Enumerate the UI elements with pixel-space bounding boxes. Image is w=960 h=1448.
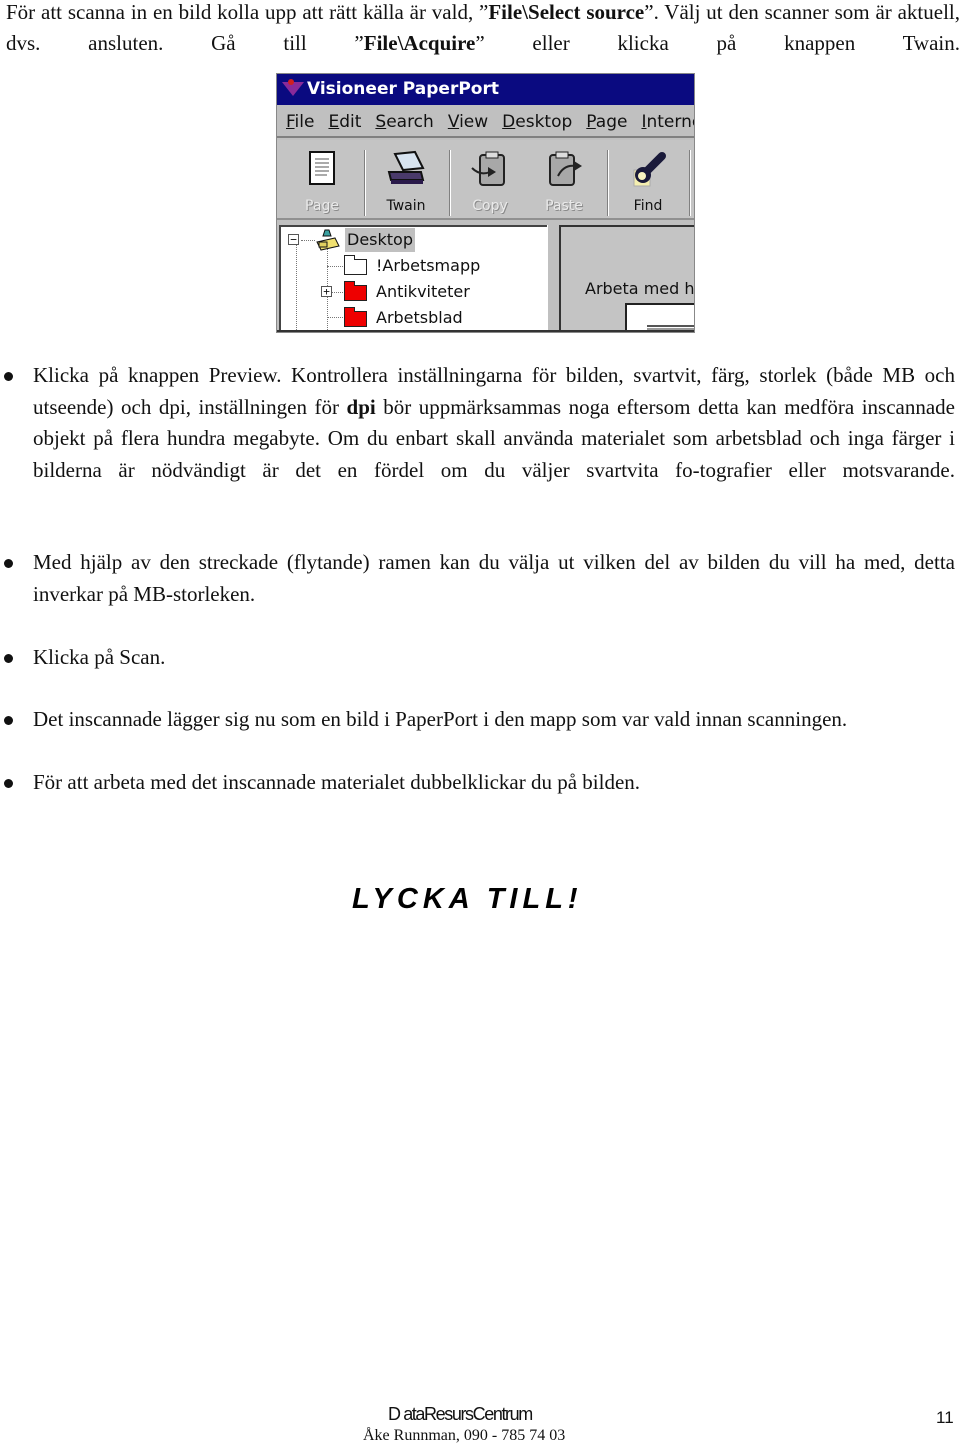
closing-heading: LYCKA TILL!	[352, 883, 583, 915]
copy-button[interactable]: Copy	[455, 146, 525, 216]
thumbnail-text-lines	[647, 325, 694, 327]
paste-button[interactable]: Paste	[529, 146, 599, 216]
tree-item-desktop[interactable]: − Desktop	[281, 228, 541, 252]
collapse-icon[interactable]: −	[288, 234, 299, 245]
tree-item-arbetsblad[interactable]: Arbetsblad	[281, 306, 541, 330]
menu-desktop[interactable]: Desktop	[502, 107, 572, 138]
folder-red-icon	[344, 307, 367, 327]
logo-dot	[288, 79, 294, 85]
folder-white-icon	[344, 255, 367, 275]
desktop-icon	[316, 229, 340, 251]
clipboard-copy-icon	[471, 151, 505, 186]
expand-icon[interactable]: +	[321, 286, 332, 297]
window-titlebar: Visioneer PaperPort	[277, 74, 694, 105]
menu-file[interactable]: File	[286, 107, 314, 138]
menu-path-select-source: File\Select source	[488, 0, 645, 24]
twain-button[interactable]: Twain	[371, 146, 441, 216]
bullet-icon	[4, 559, 13, 568]
list-item-text: Klicka på knappen Preview. Kontrollera i…	[33, 363, 955, 482]
list-item-text: Det inscannade lägger sig nu som en bild…	[33, 707, 848, 731]
page-thumbnail[interactable]	[625, 303, 694, 332]
toolbar: Page Twain Copy Paste Find	[277, 140, 694, 220]
tree-item-arbetsmapp[interactable]: !Arbetsmapp	[281, 254, 541, 278]
toolbar-separator	[689, 150, 691, 216]
menu-page[interactable]: Page	[586, 107, 627, 138]
menu-edit[interactable]: Edit	[328, 107, 361, 138]
menu-view[interactable]: View	[448, 107, 488, 138]
page-button[interactable]: Page	[287, 146, 357, 216]
toolbar-separator	[607, 150, 609, 216]
bullet-icon	[4, 654, 13, 663]
desktop-pane: Arbeta med hä	[559, 225, 695, 332]
list-item-text: Med hjälp av den streckade (flytande) ra…	[33, 550, 955, 606]
paperport-screenshot: Visioneer PaperPort File Edit Search View De…	[276, 73, 695, 333]
toolbar-separator	[449, 150, 451, 216]
menu-internet[interactable]: Internet	[641, 107, 694, 138]
bullet-icon	[4, 779, 13, 788]
list-item-text: Klicka på Scan.	[33, 645, 166, 669]
page-number: 11	[936, 1408, 954, 1427]
page-icon	[309, 151, 335, 185]
toolbar-separator	[364, 150, 366, 216]
menu-search[interactable]: Search	[375, 107, 433, 138]
tree-item-antikviteter[interactable]: + Antikviteter	[281, 280, 541, 304]
screenshot-border	[277, 330, 694, 332]
dpi-emphasis: dpi	[346, 394, 376, 419]
list-item-text: För att arbeta med det inscannade materi…	[33, 770, 641, 794]
scanner-icon	[387, 150, 425, 184]
menu-bar: File Edit Search View Desktop Page Internet	[277, 107, 694, 138]
menu-path-acquire: File\Acquire	[363, 31, 476, 55]
flashlight-icon	[633, 152, 666, 187]
footer-contact: Åke Runnman, 090 - 785 74 03	[363, 1427, 566, 1444]
bullet-icon	[4, 716, 13, 725]
footer-organization: D ataResursCentrum	[388, 1404, 533, 1424]
bullet-icon	[4, 372, 13, 381]
clipboard-paste-icon	[549, 151, 582, 186]
folder-red-icon	[344, 281, 367, 301]
pane-title: Arbeta med hä	[585, 279, 695, 298]
pane-splitter[interactable]	[547, 225, 559, 332]
folder-tree: − Desktop !Arbetsmapp + Antikviteter Arb…	[279, 225, 547, 332]
find-button[interactable]: Find	[613, 146, 683, 216]
window-title: Visioneer PaperPort	[307, 79, 499, 99]
